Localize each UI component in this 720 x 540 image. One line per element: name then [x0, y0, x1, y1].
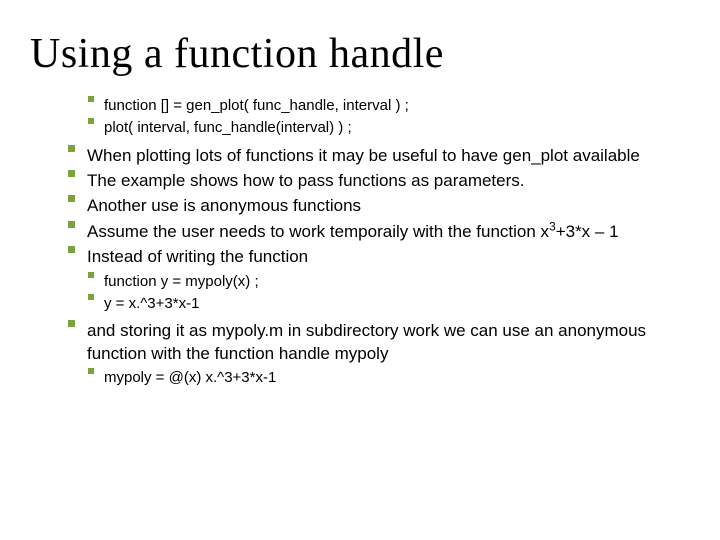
body-text: Another use is anonymous functions [87, 195, 690, 217]
superscript: 3 [549, 219, 556, 233]
bullet-icon [88, 368, 94, 374]
bullet-icon [68, 195, 75, 202]
code-line: function [] = gen_plot( func_handle, int… [88, 96, 690, 116]
body-item: The example shows how to pass functions … [68, 170, 690, 192]
body-text-part: Assume the user needs to work temporaily… [87, 222, 549, 241]
body-item: and storing it as mypoly.m in subdirecto… [68, 320, 690, 365]
code-line: mypoly = @(x) x.^3+3*x-1 [88, 368, 690, 388]
slide-title: Using a function handle [30, 30, 690, 78]
body-list: When plotting lots of functions it may b… [30, 145, 690, 269]
code-text: mypoly = @(x) x.^3+3*x-1 [104, 368, 690, 388]
code-line: plot( interval, func_handle(interval) ) … [88, 118, 690, 138]
code-block-a: function [] = gen_plot( func_handle, int… [30, 96, 690, 139]
code-text: function y = mypoly(x) ; [104, 272, 690, 292]
body-item: When plotting lots of functions it may b… [68, 145, 690, 167]
body-text: and storing it as mypoly.m in subdirecto… [87, 320, 690, 365]
code-text: y = x.^3+3*x-1 [104, 294, 690, 314]
code-block-b: function y = mypoly(x) ; y = x.^3+3*x-1 [30, 272, 690, 315]
body-item: Instead of writing the function [68, 246, 690, 268]
body-text-part: +3*x – 1 [556, 222, 619, 241]
code-line: function y = mypoly(x) ; [88, 272, 690, 292]
bullet-icon [88, 118, 94, 124]
code-line: y = x.^3+3*x-1 [88, 294, 690, 314]
bullet-icon [88, 96, 94, 102]
body-item: Another use is anonymous functions [68, 195, 690, 217]
body-text: Instead of writing the function [87, 246, 690, 268]
body-text: When plotting lots of functions it may b… [87, 145, 690, 167]
code-text: function [] = gen_plot( func_handle, int… [104, 96, 690, 116]
body-list-2: and storing it as mypoly.m in subdirecto… [30, 320, 690, 365]
bullet-icon [88, 294, 94, 300]
code-text: plot( interval, func_handle(interval) ) … [104, 118, 690, 138]
bullet-icon [68, 246, 75, 253]
bullet-icon [88, 272, 94, 278]
slide: Using a function handle function [] = ge… [0, 0, 720, 540]
code-block-c: mypoly = @(x) x.^3+3*x-1 [30, 368, 690, 388]
bullet-icon [68, 145, 75, 152]
body-text: The example shows how to pass functions … [87, 170, 690, 192]
body-item: Assume the user needs to work temporaily… [68, 221, 690, 243]
body-text: Assume the user needs to work temporaily… [87, 221, 690, 243]
bullet-icon [68, 221, 75, 228]
bullet-icon [68, 170, 75, 177]
bullet-icon [68, 320, 75, 327]
